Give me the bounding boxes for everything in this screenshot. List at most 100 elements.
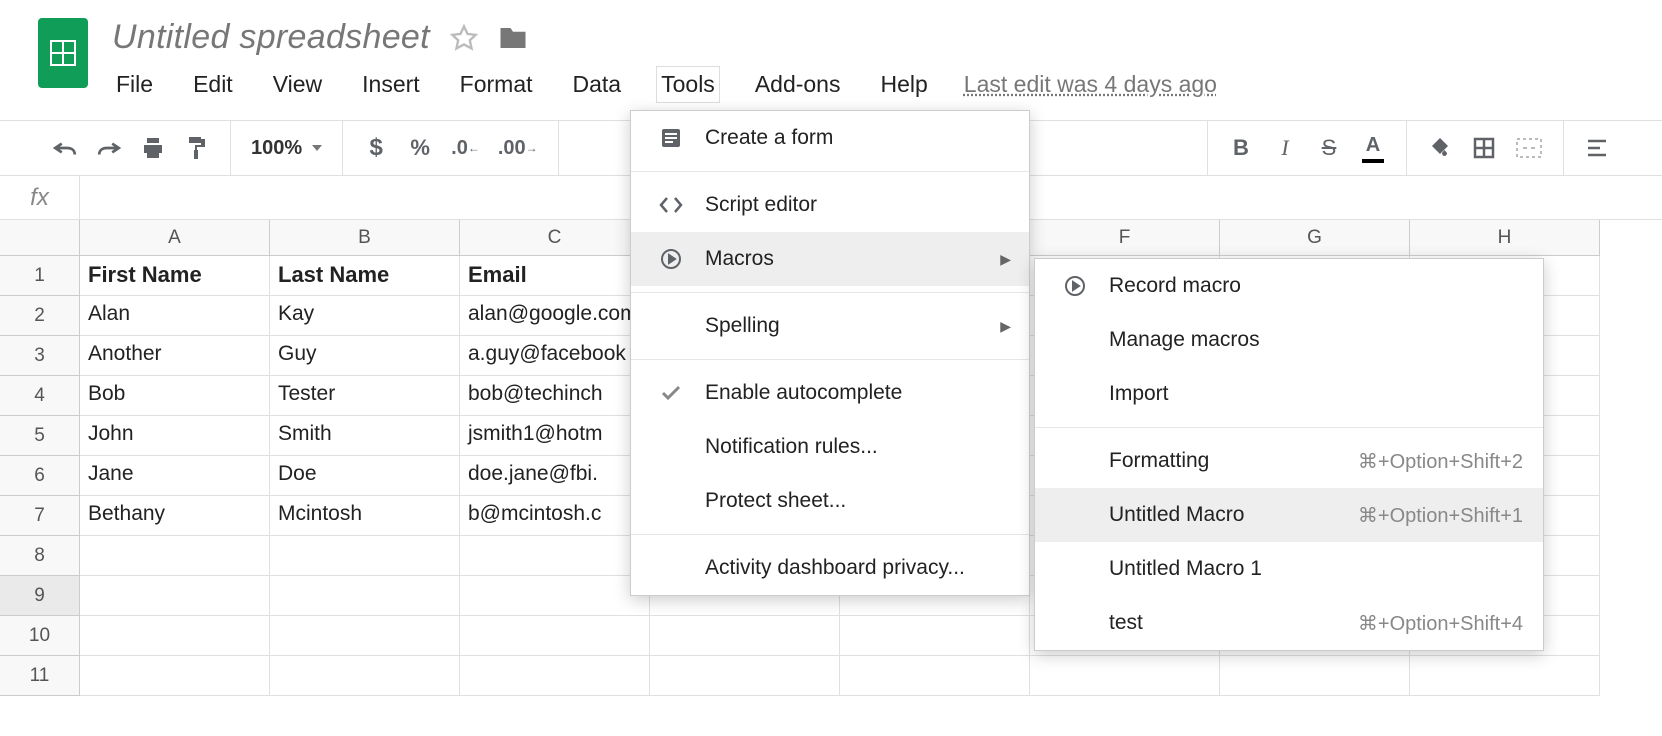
select-all-corner[interactable]	[0, 220, 80, 256]
merge-button[interactable]	[1515, 133, 1543, 163]
fill-color-button[interactable]	[1427, 133, 1453, 163]
cell[interactable]: John	[80, 416, 270, 456]
menu-file[interactable]: File	[112, 67, 157, 102]
cell[interactable]	[650, 656, 840, 696]
menu-data[interactable]: Data	[569, 67, 626, 102]
row-header-5[interactable]: 5	[0, 416, 80, 456]
col-header-B[interactable]: B	[270, 220, 460, 256]
menu-tools[interactable]: Tools	[657, 67, 719, 102]
cell[interactable]: Last Name	[270, 256, 460, 296]
text-color-button[interactable]: A	[1360, 133, 1386, 163]
tools-item-notification-rules---[interactable]: Notification rules...	[631, 420, 1029, 474]
cell[interactable]: Another	[80, 336, 270, 376]
cell[interactable]: Tester	[270, 376, 460, 416]
cell[interactable]	[80, 536, 270, 576]
cell[interactable]	[1030, 656, 1220, 696]
cell[interactable]	[1220, 656, 1410, 696]
tools-item-enable-autocomplete[interactable]: Enable autocomplete	[631, 366, 1029, 420]
star-icon[interactable]	[450, 24, 478, 52]
last-edit-link[interactable]: Last edit was 4 days ago	[964, 71, 1217, 98]
cell[interactable]	[80, 576, 270, 616]
row-header-2[interactable]: 2	[0, 296, 80, 336]
cell[interactable]: Mcintosh	[270, 496, 460, 536]
row-header-9[interactable]: 9	[0, 576, 80, 616]
col-header-A[interactable]: A	[80, 220, 270, 256]
strikethrough-button[interactable]: S	[1316, 133, 1342, 163]
cell[interactable]: Bethany	[80, 496, 270, 536]
cell[interactable]	[80, 656, 270, 696]
cell[interactable]: b@mcintosh.c	[460, 496, 650, 536]
macros-item-test[interactable]: test⌘+Option+Shift+4	[1035, 596, 1543, 650]
cell[interactable]: bob@techinch	[460, 376, 650, 416]
row-header-1[interactable]: 1	[0, 256, 80, 296]
cell[interactable]: Bob	[80, 376, 270, 416]
col-header-F[interactable]: F	[1030, 220, 1220, 256]
doc-title[interactable]: Untitled spreadsheet	[112, 18, 430, 57]
tools-item-macros[interactable]: Macros▶	[631, 232, 1029, 286]
menu-insert[interactable]: Insert	[358, 67, 424, 102]
row-header-8[interactable]: 8	[0, 536, 80, 576]
menu-edit[interactable]: Edit	[189, 67, 237, 102]
percent-button[interactable]: %	[407, 133, 433, 163]
folder-icon[interactable]	[498, 25, 528, 51]
row-header-3[interactable]: 3	[0, 336, 80, 376]
print-button[interactable]	[140, 133, 166, 163]
cell[interactable]	[460, 576, 650, 616]
row-header-10[interactable]: 10	[0, 616, 80, 656]
cell[interactable]	[270, 616, 460, 656]
cell[interactable]: Guy	[270, 336, 460, 376]
currency-button[interactable]: $	[363, 133, 389, 163]
menu-view[interactable]: View	[269, 67, 326, 102]
cell[interactable]: Smith	[270, 416, 460, 456]
cell[interactable]: jsmith1@hotm	[460, 416, 650, 456]
macros-item-record-macro[interactable]: Record macro	[1035, 259, 1543, 313]
cell[interactable]	[840, 656, 1030, 696]
italic-button[interactable]: I	[1272, 133, 1298, 163]
cell[interactable]	[80, 616, 270, 656]
tools-item-spelling[interactable]: Spelling▶	[631, 299, 1029, 353]
cell[interactable]: Doe	[270, 456, 460, 496]
paint-format-button[interactable]	[184, 133, 210, 163]
tools-item-activity-dashboard-privacy---[interactable]: Activity dashboard privacy...	[631, 541, 1029, 595]
tools-item-create-a-form[interactable]: Create a form	[631, 111, 1029, 165]
menu-help[interactable]: Help	[876, 67, 931, 102]
decrease-decimal-button[interactable]: .0←	[451, 133, 480, 163]
menu-format[interactable]: Format	[456, 67, 537, 102]
col-header-H[interactable]: H	[1410, 220, 1600, 256]
tools-item-protect-sheet---[interactable]: Protect sheet...	[631, 474, 1029, 528]
undo-button[interactable]	[52, 133, 78, 163]
macros-item-formatting[interactable]: Formatting⌘+Option+Shift+2	[1035, 434, 1543, 488]
borders-button[interactable]	[1471, 133, 1497, 163]
cell[interactable]: Email	[460, 256, 650, 296]
redo-button[interactable]	[96, 133, 122, 163]
cell[interactable]: Jane	[80, 456, 270, 496]
cell[interactable]: alan@google.com	[460, 296, 650, 336]
cell[interactable]	[650, 616, 840, 656]
cell[interactable]	[1410, 656, 1600, 696]
cell[interactable]	[270, 576, 460, 616]
align-button[interactable]	[1584, 133, 1610, 163]
cell[interactable]	[270, 656, 460, 696]
col-header-G[interactable]: G	[1220, 220, 1410, 256]
cell[interactable]	[460, 536, 650, 576]
cell[interactable]	[460, 616, 650, 656]
row-header-6[interactable]: 6	[0, 456, 80, 496]
macros-item-untitled-macro-1[interactable]: Untitled Macro 1	[1035, 542, 1543, 596]
macros-item-untitled-macro[interactable]: Untitled Macro⌘+Option+Shift+1	[1035, 488, 1543, 542]
cell[interactable]: a.guy@facebook	[460, 336, 650, 376]
increase-decimal-button[interactable]: .00→	[498, 133, 538, 163]
cell[interactable]: doe.jane@fbi.	[460, 456, 650, 496]
zoom-selector[interactable]: 100%	[251, 137, 322, 160]
row-header-11[interactable]: 11	[0, 656, 80, 696]
row-header-7[interactable]: 7	[0, 496, 80, 536]
cell[interactable]: First Name	[80, 256, 270, 296]
cell[interactable]	[270, 536, 460, 576]
menu-addons[interactable]: Add-ons	[751, 67, 845, 102]
row-header-4[interactable]: 4	[0, 376, 80, 416]
col-header-C[interactable]: C	[460, 220, 650, 256]
cell[interactable]: Kay	[270, 296, 460, 336]
tools-item-script-editor[interactable]: Script editor	[631, 178, 1029, 232]
bold-button[interactable]: B	[1228, 133, 1254, 163]
cell[interactable]	[460, 656, 650, 696]
macros-item-import[interactable]: Import	[1035, 367, 1543, 421]
